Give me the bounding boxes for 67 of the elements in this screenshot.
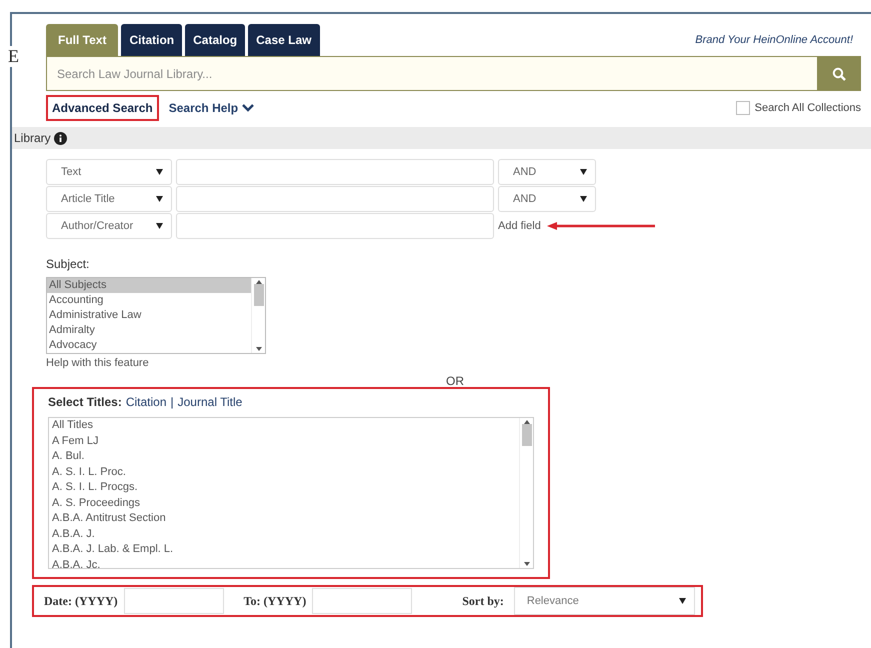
search-term-field[interactable]: [176, 159, 494, 185]
title-option[interactable]: A. S. Proceedings: [49, 496, 519, 511]
scrollbar-thumb[interactable]: [522, 424, 532, 446]
sort-select[interactable]: Relevance: [514, 587, 695, 615]
title-option[interactable]: A Fem LJ: [49, 434, 519, 449]
sort-link[interactable]: Citation: [126, 395, 166, 409]
subject-option[interactable]: Administrative Law: [47, 308, 251, 323]
search-help-link[interactable]: Search Help: [168, 101, 254, 115]
date-to-field[interactable]: [312, 588, 412, 614]
search-term-field[interactable]: [176, 213, 494, 239]
date-from-label: Date: (YYYY): [44, 594, 118, 608]
scroll-down-icon[interactable]: [256, 347, 262, 351]
account-link[interactable]: Brand Your HeinOnline Account!: [695, 34, 853, 46]
search-term-field[interactable]: [176, 186, 494, 212]
subject-option[interactable]: Accounting: [47, 293, 251, 308]
title-option[interactable]: A.B.A. Antitrust Section: [49, 511, 519, 526]
dropdown-arrow-icon: [580, 169, 587, 175]
titles-list[interactable]: All Titles A Fem LJ A. Bul. A. S. I. L. Proc. A. S. I. L. Procgs. A. S. Proceedings A.B.A. Antitrust Section A.B.A. J. A.B.A. J. Lab. & Empl. L. A.B.A. Jc.: [48, 417, 534, 569]
help-link[interactable]: Help with this feature: [46, 357, 871, 369]
separator: |: [170, 395, 174, 409]
title-option[interactable]: All Titles: [49, 418, 519, 434]
search-field[interactable]: Search Law Journal Library...: [46, 56, 817, 91]
title-option[interactable]: A. S. I. L. Proc.: [49, 464, 519, 480]
checkbox-label: Search All Collections: [754, 102, 861, 114]
dropdown-arrow-icon: [156, 169, 163, 175]
sort-by-label: Sort by:: [462, 594, 504, 608]
operator-select[interactable]: AND: [498, 159, 596, 185]
subject-option[interactable]: Advocacy: [47, 338, 251, 353]
checkbox[interactable]: [736, 101, 750, 115]
info-icon[interactable]: [54, 132, 67, 144]
field-select[interactable]: Author/Creator: [46, 213, 172, 239]
field-select[interactable]: Text: [46, 159, 172, 185]
select-titles-label: Select Titles:: [48, 395, 122, 409]
add-field-link[interactable]: Add field: [498, 220, 541, 232]
dropdown-arrow-icon: [580, 196, 587, 202]
scroll-down-icon[interactable]: [524, 562, 530, 566]
library-label: Library: [14, 131, 51, 145]
or-label: OR: [446, 375, 465, 387]
arrow-icon: [546, 222, 657, 230]
sort-link[interactable]: Journal Title: [178, 395, 242, 409]
scrollbar-thumb[interactable]: [254, 284, 264, 306]
operator-select[interactable]: AND: [498, 186, 596, 212]
stray-letter: E: [8, 46, 19, 67]
scrollbar[interactable]: [251, 278, 265, 353]
dropdown-arrow-icon: [156, 196, 163, 202]
title-option[interactable]: A.B.A. J. Lab. & Empl. L.: [49, 542, 519, 558]
subject-option[interactable]: Admiralty: [47, 323, 251, 338]
search-icon: [832, 66, 846, 80]
advanced-search-link[interactable]: Advanced Search: [46, 95, 159, 121]
field-select[interactable]: Article Title: [46, 186, 172, 212]
chevron-down-icon: [242, 104, 254, 112]
scrollbar[interactable]: [519, 418, 533, 568]
search-button[interactable]: [817, 56, 861, 91]
search-tab[interactable]: Full Text: [46, 24, 118, 56]
search-tab[interactable]: Catalog: [185, 24, 246, 56]
title-option[interactable]: A. S. I. L. Procgs.: [49, 480, 519, 496]
dropdown-arrow-icon: [679, 598, 686, 604]
date-from-field[interactable]: [124, 588, 224, 614]
subject-label: Subject:: [46, 257, 90, 271]
subject-option[interactable]: All Subjects: [47, 278, 251, 293]
search-tab[interactable]: Case Law: [248, 24, 320, 56]
dropdown-arrow-icon: [156, 223, 163, 229]
subject-list[interactable]: All Subjects Accounting Administrative Law Admiralty Advocacy: [46, 277, 266, 354]
search-tab[interactable]: Citation: [121, 24, 182, 56]
date-to-label: To: (YYYY): [244, 594, 306, 608]
title-option[interactable]: A. Bul.: [49, 449, 519, 464]
title-option[interactable]: A.B.A. J.: [49, 526, 519, 542]
